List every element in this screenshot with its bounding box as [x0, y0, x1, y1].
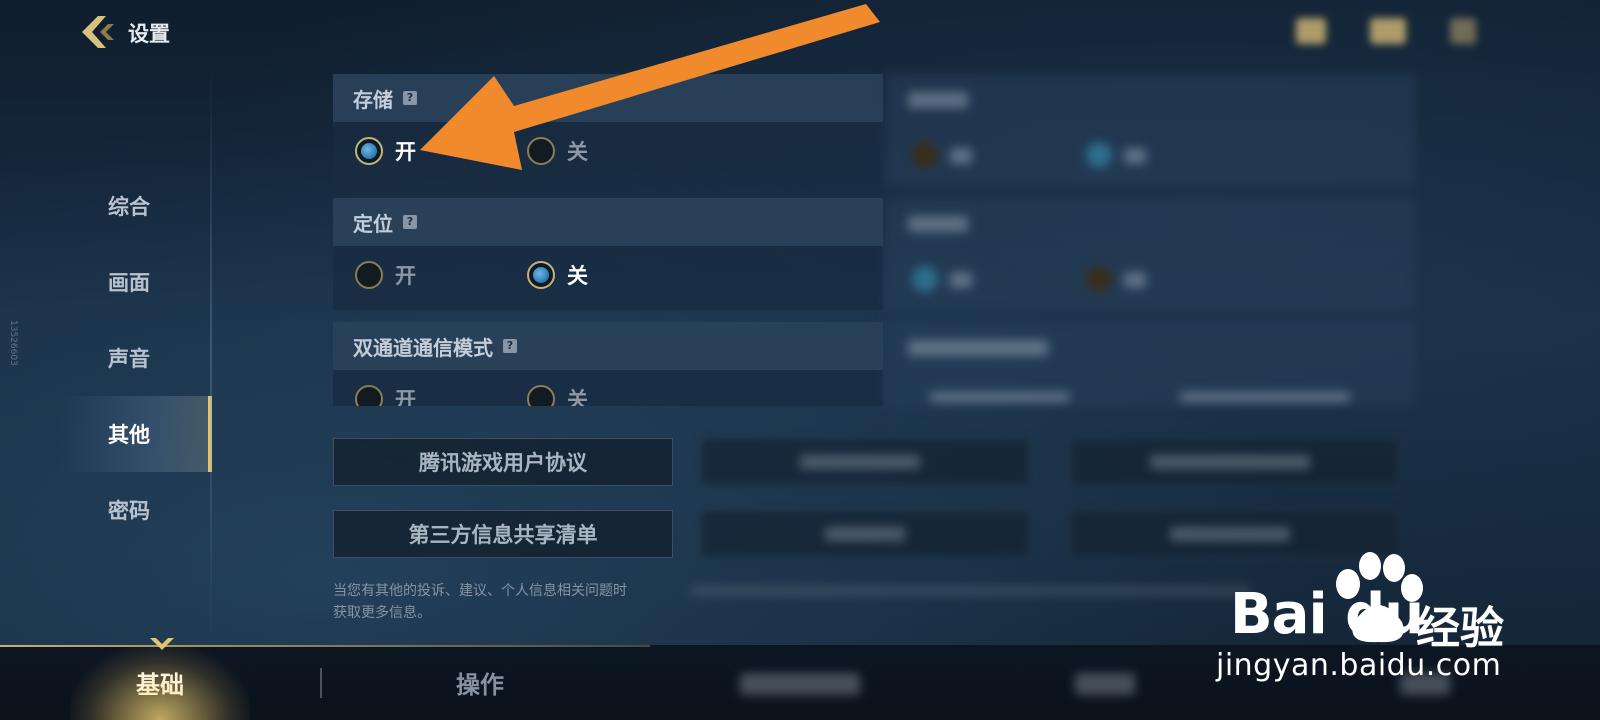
blurred-tab[interactable] [740, 673, 860, 695]
contact-note: 当您有其他的投诉、建议、个人信息相关问题时 获取更多信息。 [333, 580, 673, 624]
active-tab-line [0, 645, 650, 647]
chevron-down-icon [150, 638, 174, 650]
watermark-brand-latin: Bai du [1230, 582, 1424, 647]
blurred-button-label [800, 455, 920, 469]
user-agreement-button[interactable]: 腾讯游戏用户协议 [333, 438, 673, 486]
watermark-brand-cn: 经验 [1416, 603, 1504, 654]
blurred-tab[interactable] [1075, 673, 1135, 695]
third-party-list-button[interactable]: 第三方信息共享清单 [333, 510, 673, 558]
tab-controls[interactable]: 操作 [420, 645, 540, 720]
active-tab-glow [70, 645, 250, 720]
blurred-button-label [825, 527, 905, 541]
contact-note-line: 当您有其他的投诉、建议、个人信息相关问题时 [333, 583, 627, 599]
blurred-button-label [1150, 455, 1310, 469]
contact-note-line: 获取更多信息。 [333, 605, 431, 621]
baidu-jingyan-watermark: Bai du 经验 jingyan.baidu.com [1216, 552, 1560, 692]
watermark-url: jingyan.baidu.com [1216, 648, 1502, 683]
tab-separator [320, 668, 322, 698]
blurred-note-text [690, 586, 1250, 596]
blurred-button-label [1170, 527, 1290, 541]
